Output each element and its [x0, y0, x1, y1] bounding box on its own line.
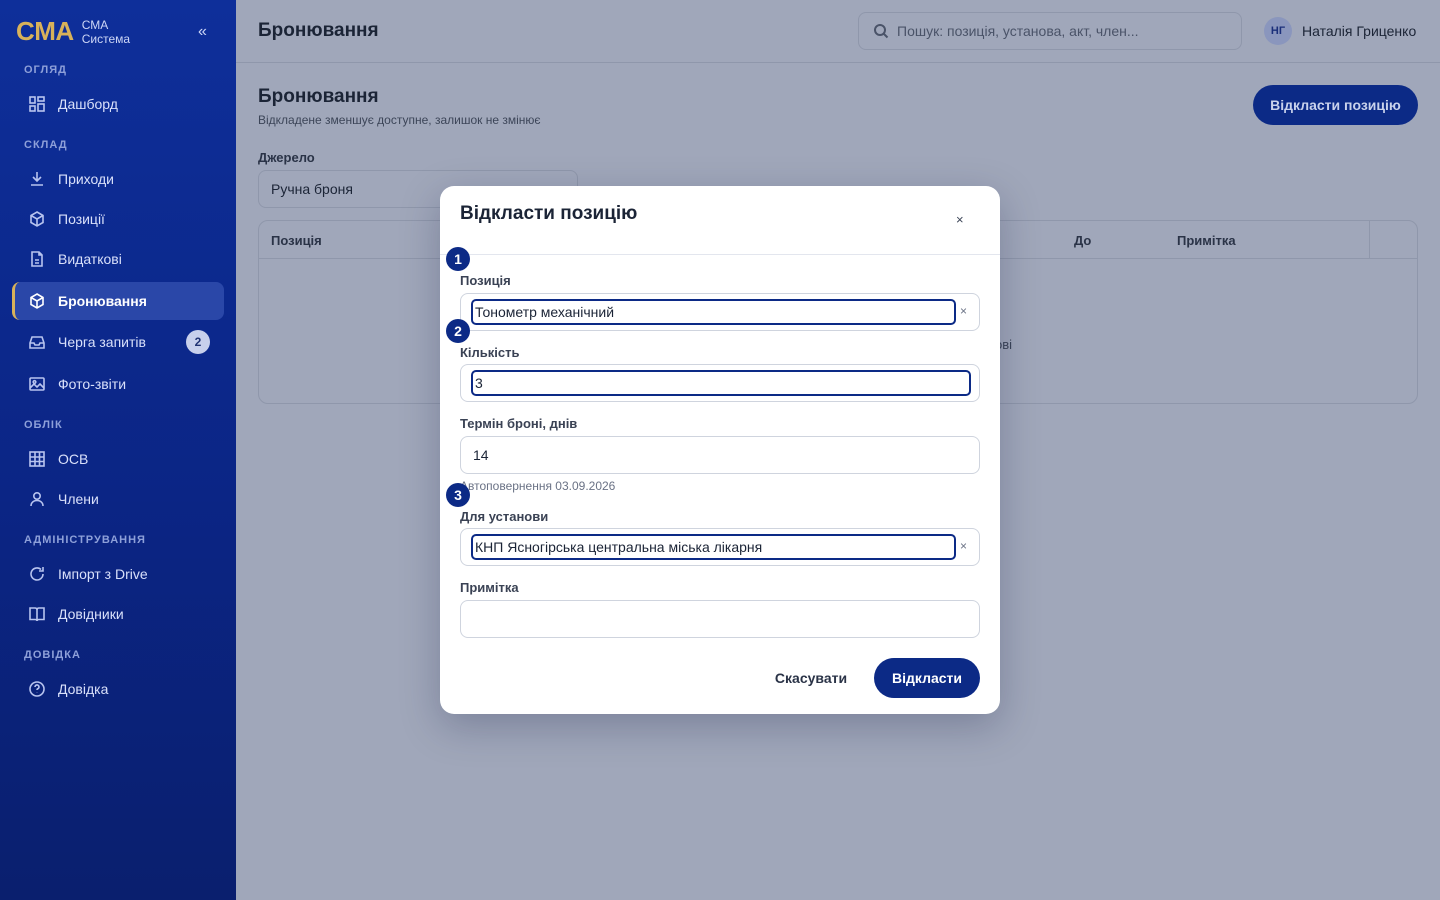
sidebar-item-members[interactable]: Члени — [12, 480, 224, 518]
institution-label: Для установи — [460, 509, 549, 524]
section-accounting: ОБЛІК — [24, 419, 63, 431]
auto-return-hint: Автоповернення 03.09.2026 — [460, 479, 616, 493]
term-field[interactable]: 14 — [460, 436, 980, 474]
sidebar-item-import-drive[interactable]: Імпорт з Drive — [12, 555, 224, 593]
close-icon[interactable]: × — [956, 212, 964, 227]
inbox-icon — [29, 336, 45, 349]
sidebar: CMA СМА Система « ОГЛЯД Дашборд СКЛАД Пр… — [0, 0, 236, 900]
sidebar-item-label: Бронювання — [58, 293, 147, 309]
dashboard-icon — [29, 96, 45, 112]
sidebar-item-directories[interactable]: Довідники — [12, 595, 224, 633]
collapse-sidebar-icon[interactable]: « — [198, 23, 207, 41]
position-input[interactable]: Тонометр механічний — [471, 299, 956, 325]
sidebar-item-expenses[interactable]: Видаткові — [12, 240, 224, 278]
section-title: Бронювання — [258, 86, 379, 107]
note-label: Примітка — [460, 580, 519, 595]
sidebar-item-receipts[interactable]: Приходи — [12, 160, 224, 198]
image-icon — [29, 377, 45, 391]
sidebar-item-reservations[interactable]: Бронювання — [12, 282, 224, 320]
sidebar-item-request-queue[interactable]: Черга запитів 2 — [12, 323, 224, 361]
brand-text: СМА Система — [82, 18, 130, 46]
term-label: Термін броні, днів — [460, 416, 578, 431]
sidebar-item-label: Дашборд — [58, 96, 118, 112]
section-warehouse: СКЛАД — [24, 139, 68, 151]
cancel-button[interactable]: Скасувати — [764, 658, 858, 698]
term-input[interactable]: 14 — [473, 447, 489, 463]
step-marker-2: 2 — [446, 319, 470, 343]
book-icon — [29, 607, 45, 622]
reserve-position-button[interactable]: Відкласти позицію — [1253, 85, 1418, 125]
user-icon — [30, 491, 44, 507]
sidebar-item-osv[interactable]: ОСВ — [12, 440, 224, 478]
dialog-title: Відкласти позицію — [460, 203, 638, 224]
note-input[interactable] — [460, 600, 980, 638]
section-overview: ОГЛЯД — [24, 64, 67, 76]
institution-input[interactable]: КНП Ясногірська центральна міська лікарн… — [471, 534, 956, 560]
position-label: Позиція — [460, 273, 511, 288]
section-subtitle: Відкладене зменшує доступне, залишок не … — [258, 113, 541, 127]
column-note: Примітка — [1177, 233, 1236, 248]
sidebar-item-label: Імпорт з Drive — [58, 566, 148, 582]
brand: CMA СМА Система — [16, 16, 130, 47]
source-label: Джерело — [258, 150, 315, 165]
step-marker-3: 3 — [446, 483, 470, 507]
sidebar-item-label: Довідка — [58, 681, 109, 697]
help-icon — [29, 681, 45, 697]
brand-line-2: Система — [81, 31, 131, 46]
column-divider — [1369, 221, 1370, 259]
quantity-input[interactable]: 3 — [471, 370, 971, 396]
brand-line-1: СМА — [81, 17, 109, 32]
sidebar-item-label: Видаткові — [58, 251, 122, 267]
column-position: Позиція — [271, 233, 322, 248]
sidebar-item-label: Фото-звіти — [58, 376, 127, 392]
sidebar-item-label: Приходи — [58, 171, 114, 187]
user-name: Наталія Гриценко — [1302, 23, 1417, 39]
quantity-label: Кількість — [460, 345, 520, 360]
grid-icon — [29, 451, 45, 467]
sidebar-item-label: Черга запитів — [58, 334, 146, 350]
section-help: ДОВІДКА — [24, 649, 81, 661]
sidebar-item-label: Позиції — [58, 211, 105, 227]
box-icon — [30, 211, 44, 227]
sidebar-item-label: ОСВ — [58, 451, 89, 467]
sidebar-item-dashboard[interactable]: Дашборд — [12, 85, 224, 123]
topbar: Бронювання Пошук: позиція, установа, акт… — [236, 0, 1440, 63]
section-admin: АДМІНІСТРУВАННЯ — [24, 534, 146, 546]
clear-institution-icon[interactable]: × — [960, 539, 967, 553]
download-icon — [31, 172, 43, 186]
reserve-position-dialog: Відкласти позицію × 1 Позиція Тонометр м… — [440, 186, 1000, 714]
search-icon — [874, 24, 889, 39]
avatar: НГ — [1264, 17, 1292, 45]
position-field[interactable]: Тонометр механічний × — [460, 293, 980, 331]
column-until: До — [1074, 233, 1092, 248]
document-icon — [31, 251, 43, 267]
refresh-icon — [30, 567, 44, 581]
submit-reserve-button[interactable]: Відкласти — [874, 658, 980, 698]
box-icon — [30, 293, 44, 309]
brand-logo: CMA — [16, 16, 74, 46]
search-input[interactable]: Пошук: позиція, установа, акт, член... — [858, 12, 1242, 50]
user-menu[interactable]: НГ Наталія Гриценко — [1264, 17, 1416, 45]
dialog-divider — [440, 254, 1000, 255]
request-count-badge: 2 — [186, 330, 210, 354]
institution-field[interactable]: КНП Ясногірська центральна міська лікарн… — [460, 528, 980, 566]
page-title: Бронювання — [258, 20, 379, 41]
sidebar-item-label: Члени — [58, 491, 99, 507]
sidebar-item-photo-reports[interactable]: Фото-звіти — [12, 365, 224, 403]
search-placeholder: Пошук: позиція, установа, акт, член... — [897, 23, 1139, 39]
sidebar-item-label: Довідники — [58, 606, 124, 622]
clear-position-icon[interactable]: × — [960, 304, 967, 318]
sidebar-item-positions[interactable]: Позиції — [12, 200, 224, 238]
quantity-field[interactable]: 3 — [460, 364, 980, 402]
sidebar-item-help[interactable]: Довідка — [12, 670, 224, 708]
step-marker-1: 1 — [446, 247, 470, 271]
